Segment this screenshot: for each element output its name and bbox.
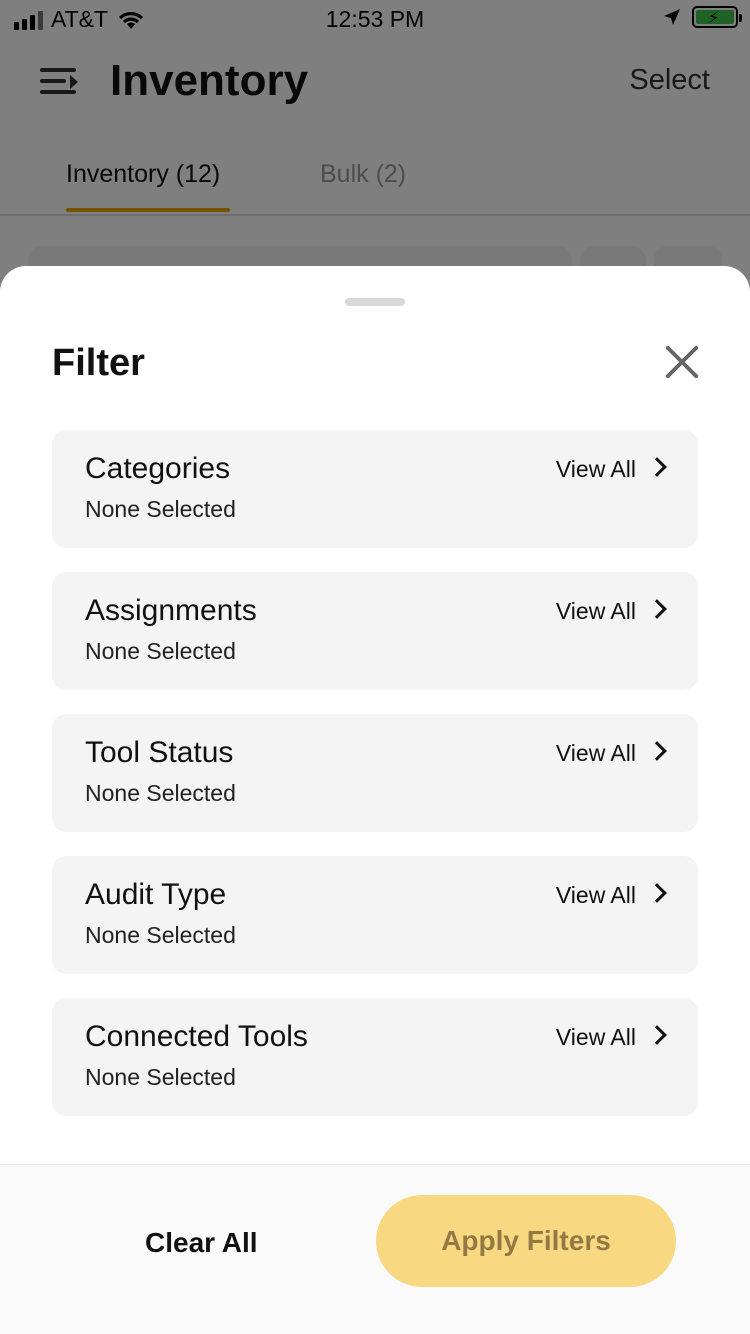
filter-value: None Selected: [85, 496, 236, 522]
filter-categories[interactable]: Categories None Selected View All: [52, 430, 698, 548]
filter-value: None Selected: [85, 1064, 236, 1090]
chevron-right-icon: [647, 883, 667, 903]
filter-connected-tools[interactable]: Connected Tools None Selected View All: [52, 998, 698, 1116]
sheet-title: Filter: [52, 342, 145, 384]
apply-filters-button[interactable]: Apply Filters: [376, 1195, 676, 1287]
view-all-link[interactable]: View All: [556, 882, 636, 909]
filter-assignments[interactable]: Assignments None Selected View All: [52, 572, 698, 690]
chevron-right-icon: [647, 1025, 667, 1045]
view-all-link[interactable]: View All: [556, 456, 636, 483]
view-all-link[interactable]: View All: [556, 598, 636, 625]
chevron-right-icon: [647, 741, 667, 761]
sheet-footer: Clear All Apply Filters: [0, 1164, 750, 1334]
filter-title: Categories: [85, 452, 231, 485]
filter-audit-type[interactable]: Audit Type None Selected View All: [52, 856, 698, 974]
filter-title: Audit Type: [85, 878, 227, 911]
chevron-right-icon: [647, 599, 667, 619]
chevron-right-icon: [647, 457, 667, 477]
view-all-link[interactable]: View All: [556, 1024, 636, 1051]
view-all-link[interactable]: View All: [556, 740, 636, 767]
clear-all-button[interactable]: Clear All: [145, 1227, 258, 1259]
filter-value: None Selected: [85, 638, 236, 664]
filter-value: None Selected: [85, 922, 236, 948]
filter-title: Tool Status: [85, 736, 234, 769]
filter-title: Assignments: [85, 594, 257, 627]
sheet-grabber[interactable]: [345, 298, 405, 306]
filter-tool-status[interactable]: Tool Status None Selected View All: [52, 714, 698, 832]
filter-value: None Selected: [85, 780, 236, 806]
close-icon[interactable]: [664, 344, 700, 380]
filter-title: Connected Tools: [85, 1020, 308, 1053]
